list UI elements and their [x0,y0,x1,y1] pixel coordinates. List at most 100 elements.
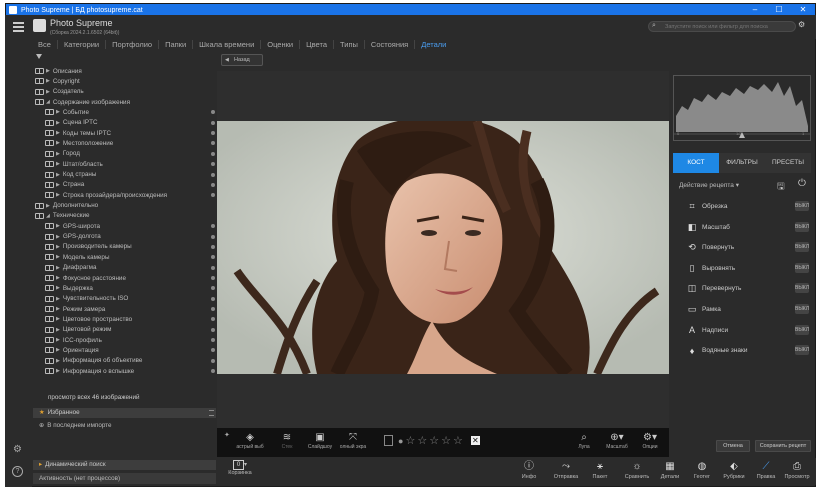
expand-icon[interactable]: ▶ [56,254,60,260]
tree-item[interactable]: ▶ Коды темы IPTC [45,128,215,138]
expand-icon[interactable]: ▶ [56,316,60,322]
tab-0[interactable]: Все [32,39,58,49]
search-input[interactable] [648,21,796,32]
expand-icon[interactable]: ▶ [56,120,60,126]
tree-item[interactable]: ▶ Диафрагма [45,263,215,273]
adjustment-toggle[interactable]: ВЫКЛ [795,262,809,273]
no-rating-icon[interactable]: ● [398,436,403,446]
tree-item[interactable]: ▶ Выдержка [45,283,215,293]
adjustment-toggle[interactable]: ВЫКЛ [795,242,809,253]
item-dot-icon[interactable] [211,327,215,332]
fullscreen-button[interactable]: ⤧ олный экра [337,431,369,450]
dynamic-search-header[interactable]: ▸ Динамический поиск [33,460,216,470]
adjustment-toggle[interactable]: ВЫКЛ [795,221,809,232]
adjustment-toggle[interactable]: ВЫКЛ [795,201,809,211]
tab-9[interactable]: Детали [415,40,452,49]
tree-item[interactable]: ▶ Местоположение [45,138,215,148]
tree-item[interactable]: ▶ Цветовой режим [45,325,215,335]
tree-item[interactable]: ▶ Режим замера [45,304,215,314]
edit-tab-0[interactable]: КОСТ [673,153,719,173]
geotag-button[interactable]: ◍ Геотег [687,460,717,480]
tree-item[interactable]: ▶ Copyright [35,76,80,86]
expand-icon[interactable]: ▶ [56,358,60,364]
send-button[interactable]: ⤳ Отправка [551,460,581,480]
expand-icon[interactable]: ▶ [56,234,60,240]
expand-icon[interactable]: ▶ [46,78,50,84]
edit-button[interactable]: ⟋ Правка [751,460,781,480]
star-3-icon[interactable]: ☆ [429,434,439,447]
options-button[interactable]: ⚙▾ Опции [637,431,663,450]
tab-3[interactable]: Папки [159,39,194,49]
expand-icon[interactable]: ▶ [56,265,60,271]
expand-icon[interactable]: ▶ [56,182,60,188]
item-dot-icon[interactable] [211,172,215,177]
adjustment-item[interactable]: ◫ Перевернуть ВЫКЛ [675,279,811,298]
tree-item[interactable]: ▶ Ориентация [45,345,215,355]
expand-icon[interactable]: ▶ [56,161,60,167]
adjustment-item[interactable]: ⟲ Повернуть ВЫКЛ [675,238,811,257]
collapse-icon[interactable]: ◢ [46,213,50,219]
item-dot-icon[interactable] [211,265,215,270]
stacks-button[interactable]: ≋ Стек [273,431,301,450]
edit-tab-1[interactable]: ФИЛЬТРЫ [719,153,765,173]
reject-icon[interactable]: ✕ [470,436,480,445]
tree-item[interactable]: ▶ Штат/область [45,159,215,169]
tree-item[interactable]: ▶ GPS-долгота [45,232,215,242]
drag-handle-icon[interactable] [209,410,214,416]
adjustment-item[interactable]: ▯ Выровнять ВЫКЛ [675,259,811,278]
item-dot-icon[interactable] [211,234,215,239]
adjustment-toggle[interactable]: ВЫКЛ [795,283,809,294]
expand-icon[interactable]: ▶ [56,337,60,343]
tree-item[interactable]: ▶ Модель камеры [45,252,215,262]
item-dot-icon[interactable] [211,182,215,187]
expand-icon[interactable]: ▶ [46,203,50,209]
item-dot-icon[interactable] [211,151,215,156]
expand-icon[interactable]: ▶ [56,192,60,198]
tree-item[interactable]: ▶ Фокусное расстояние [45,273,215,283]
expand-icon[interactable]: ▶ [56,172,60,178]
expand-icon[interactable]: ▶ [56,140,60,146]
tree-item[interactable]: ◢ Содержание изображения [35,97,130,107]
expand-icon[interactable]: ▶ [56,275,60,281]
expand-icon[interactable]: ▶ [56,151,60,157]
expand-icon[interactable]: ▶ [56,130,60,136]
tree-item[interactable]: ◢ Технические [35,211,90,221]
view-all-link[interactable]: просмотр всех 46 изображений [48,394,140,401]
tree-item[interactable]: ▶ Цветовое пространство [45,314,215,324]
star-5-icon[interactable]: ☆ [453,434,463,447]
tree-item[interactable]: ▶ Чувствительность ISO [45,294,215,304]
tree-item[interactable]: ▶ Сцена IPTC [45,118,215,128]
tree-item[interactable]: ▶ Производитель камеры [45,242,215,252]
star-2-icon[interactable]: ☆ [417,434,427,447]
tag-button[interactable]: ⬖ Рубрики [719,460,749,480]
item-dot-icon[interactable] [211,296,215,301]
adjustment-toggle[interactable]: ВЫКЛ [795,324,809,335]
favorites-header[interactable]: ★ Избранное [33,408,216,418]
expand-icon[interactable]: ▶ [56,285,60,291]
slideshow-button[interactable]: ▣ Слайдшоу [305,431,335,450]
recent-import-item[interactable]: ⊕ В последнем импорте [33,421,216,431]
tree-item[interactable]: ▶ Строка прозайдера/происхождения [45,190,215,200]
rating-widget[interactable]: ● ☆ ☆ ☆ ☆ ☆ ✕ [384,434,482,447]
expand-icon[interactable]: ▶ [56,306,60,312]
scale-button[interactable]: ⊕▾ Масштаб [603,431,631,450]
tree-item[interactable]: ▶ Описания [35,66,82,76]
bookmark-icon[interactable] [384,435,393,446]
gear-icon[interactable]: ⚙ [798,20,805,29]
power-icon[interactable]: ⏻ [798,178,806,189]
adjustment-item[interactable]: A Надписи ВЫКЛ [675,321,811,340]
tree-item[interactable]: ▶ GPS-широта [45,221,215,231]
tab-5[interactable]: Оценки [261,39,301,49]
tree-item[interactable]: ▶ Дополнительно [35,201,98,211]
item-dot-icon[interactable] [211,358,215,363]
expand-icon[interactable]: ▶ [56,223,60,229]
loupe-button[interactable]: ⌕ Лупа [571,431,597,450]
info-button[interactable]: ⓘ Инфо [514,460,544,480]
adjustment-toggle[interactable]: ВЫКЛ [795,304,809,314]
preset-action-dropdown[interactable]: Действие рецепта ▾ [679,181,739,189]
adjustment-item[interactable]: ▭ Рамка ВЫКЛ [675,300,811,319]
expand-icon[interactable]: ▶ [56,244,60,250]
tree-item[interactable]: ▶ ICC-профиль [45,335,215,345]
star-1-icon[interactable]: ☆ [405,434,415,447]
tree-item[interactable]: ▶ Событие [45,107,215,117]
